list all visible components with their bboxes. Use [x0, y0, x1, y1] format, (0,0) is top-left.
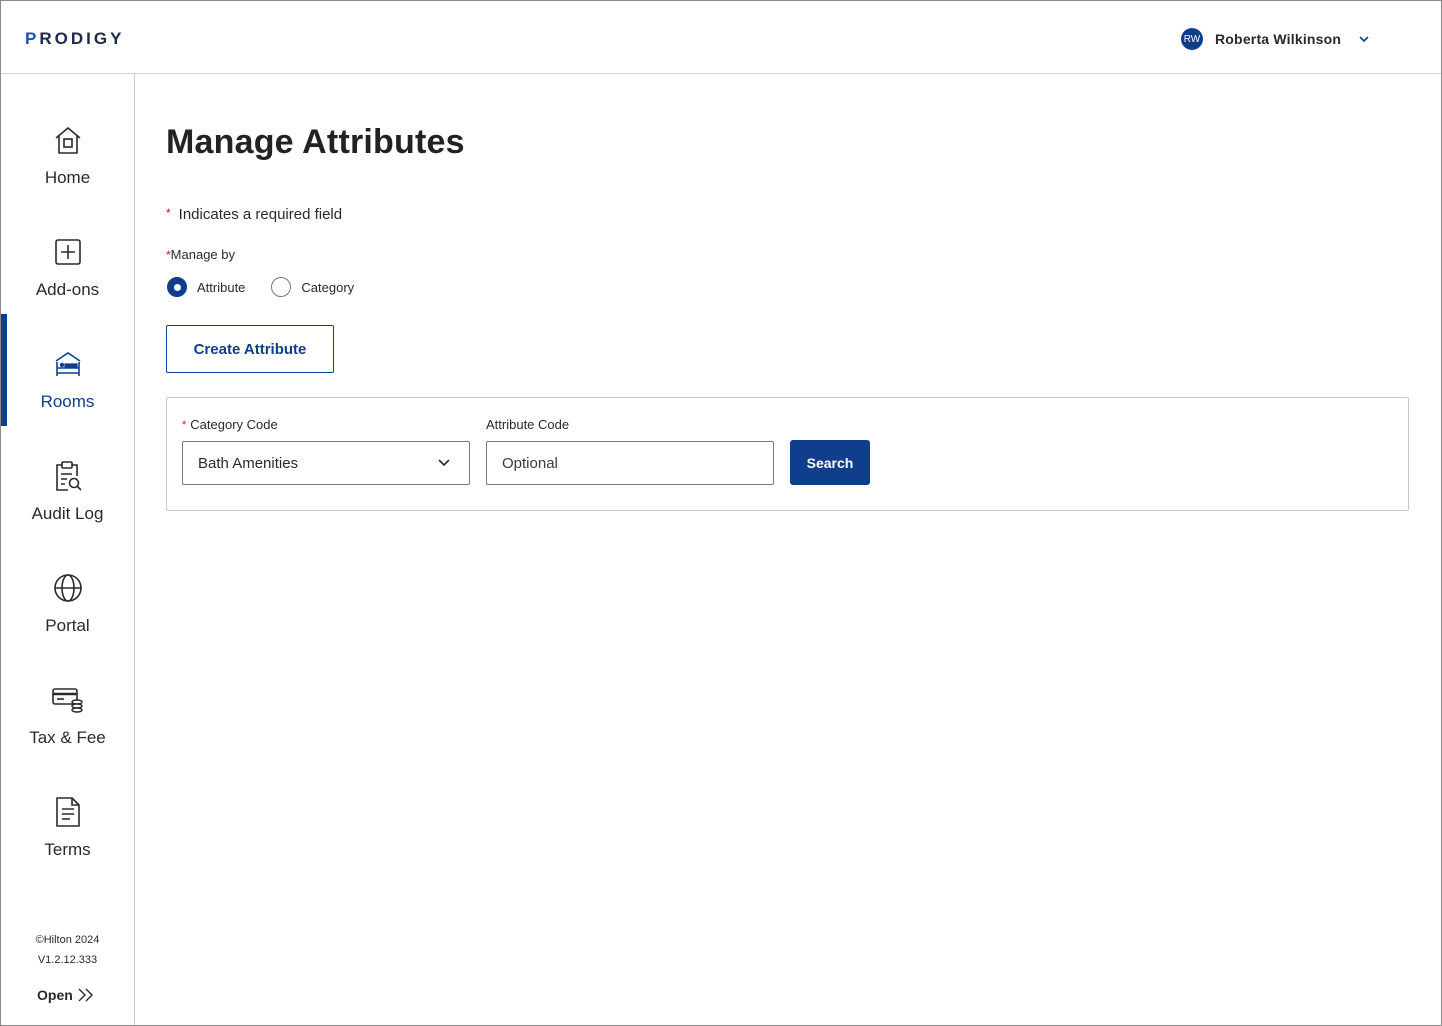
top-header: PRODIGY RW Roberta Wilkinson	[1, 1, 1441, 74]
home-icon	[52, 124, 84, 156]
avatar: RW	[1181, 28, 1203, 50]
open-sidebar-button[interactable]: Open	[37, 987, 95, 1003]
chevron-down-icon	[438, 459, 450, 467]
sidebar: Home Add-ons Rooms Audit Log Portal Tax …	[1, 74, 135, 1025]
sidebar-item-home[interactable]: Home	[1, 90, 134, 202]
bed-icon	[52, 348, 84, 380]
copyright-text: ©Hilton 2024	[35, 934, 100, 946]
user-name: Roberta Wilkinson	[1215, 31, 1342, 47]
radio-label: Category	[301, 279, 355, 295]
sidebar-item-label: Rooms	[40, 392, 95, 411]
attribute-code-input[interactable]	[486, 441, 774, 485]
category-code-value: Bath Amenities	[198, 454, 299, 472]
sidebar-item-label: Audit Log	[31, 504, 104, 523]
sidebar-item-label: Add-ons	[35, 280, 100, 299]
globe-icon	[52, 572, 84, 604]
open-label: Open	[37, 987, 73, 1003]
sidebar-item-add-ons[interactable]: Add-ons	[1, 202, 134, 314]
sidebar-item-label: Tax & Fee	[29, 728, 106, 747]
category-code-label: * Category Code	[182, 417, 278, 432]
manage-by-text: Manage by	[170, 247, 235, 262]
radio-unchecked-icon[interactable]	[271, 277, 292, 297]
sidebar-item-label: Home	[44, 168, 91, 187]
create-attribute-button[interactable]: Create Attribute	[166, 325, 334, 373]
manage-by-radio-group: Attribute Category	[167, 277, 380, 297]
radio-attribute[interactable]: Attribute	[167, 277, 245, 297]
manage-by-label: *Manage by	[166, 247, 235, 262]
category-code-select[interactable]: Bath Amenities	[182, 441, 470, 485]
radio-checked-icon[interactable]	[167, 277, 187, 297]
sidebar-item-portal[interactable]: Portal	[1, 538, 134, 650]
card-coins-icon	[51, 684, 84, 716]
sidebar-item-label: Terms	[44, 840, 91, 859]
attribute-code-label: Attribute Code	[486, 417, 570, 432]
radio-category[interactable]: Category	[271, 277, 354, 297]
main-content: Manage Attributes * Indicates a required …	[136, 75, 1441, 1025]
page-title: Manage Attributes	[166, 123, 465, 161]
search-button[interactable]: Search	[790, 440, 870, 485]
radio-label: Attribute	[197, 279, 246, 295]
category-code-text: Category Code	[190, 417, 278, 432]
user-menu[interactable]: RW Roberta Wilkinson	[1181, 27, 1371, 51]
version-text: V1.2.12.333	[37, 954, 98, 966]
sidebar-item-label: Portal	[45, 616, 90, 635]
clipboard-search-icon	[52, 460, 84, 492]
plus-square-icon	[52, 236, 84, 268]
search-filter-panel: * Category Code Bath Amenities Attribute …	[166, 397, 1409, 511]
sidebar-item-tax-fee[interactable]: Tax & Fee	[1, 650, 134, 762]
required-note-text: Indicates a required field	[178, 206, 343, 223]
prodigy-logo[interactable]: PRODIGY	[25, 29, 124, 49]
double-chevron-right-icon	[78, 988, 93, 1002]
chevron-down-icon[interactable]	[1357, 32, 1371, 46]
required-field-note: * Indicates a required field	[166, 206, 342, 223]
sidebar-item-terms[interactable]: Terms	[1, 762, 134, 874]
required-star: *	[166, 206, 171, 220]
sidebar-item-rooms[interactable]: Rooms	[1, 314, 134, 426]
sidebar-item-audit-log[interactable]: Audit Log	[1, 426, 134, 538]
document-icon	[52, 796, 84, 828]
required-star: *	[182, 419, 187, 431]
